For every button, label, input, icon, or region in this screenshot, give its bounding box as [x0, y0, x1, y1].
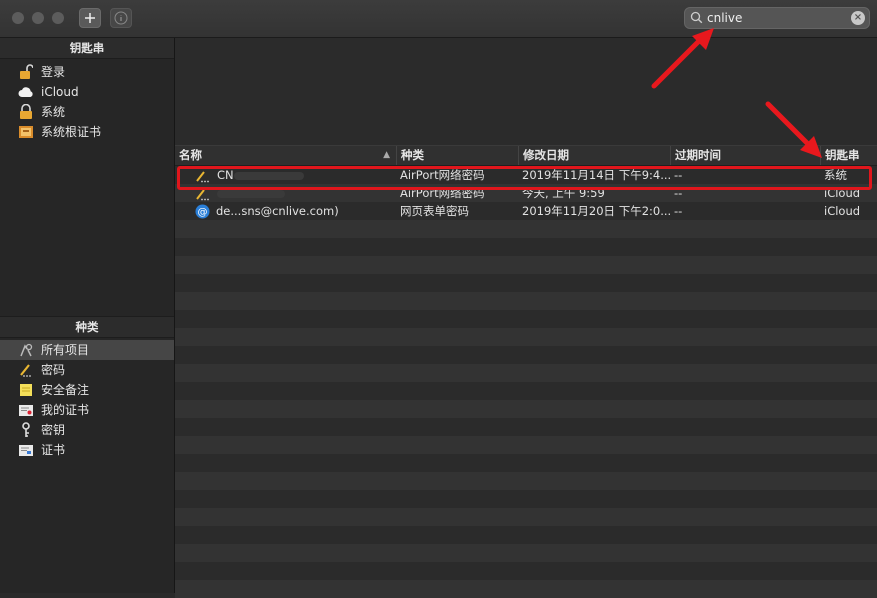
column-label: 名称	[179, 148, 202, 162]
cloud-icon	[18, 84, 34, 100]
row-stripe	[175, 328, 877, 346]
sidebar-item-certificates[interactable]: 证书	[0, 440, 174, 460]
svg-text:@: @	[198, 207, 208, 218]
row-stripe	[175, 400, 877, 418]
column-label: 钥匙串	[825, 148, 860, 162]
plus-icon	[85, 13, 95, 23]
sidebar-item-passwords[interactable]: 密码	[0, 360, 174, 380]
sidebar-item-label: 安全备注	[41, 383, 90, 397]
sidebar-item-system[interactable]: 系统	[0, 102, 174, 122]
sidebar-item-all-items[interactable]: 所有项目	[0, 340, 174, 360]
highlight-box	[177, 166, 872, 190]
sidebar-item-my-certificates[interactable]: 我的证书	[0, 400, 174, 420]
column-header-kind[interactable]: 种类	[396, 146, 518, 165]
cell-modified: 2019年11月20日 下午2:0...	[522, 204, 670, 218]
column-header-modified[interactable]: 修改日期	[518, 146, 670, 165]
row-stripe	[175, 292, 877, 310]
search-icon	[690, 11, 703, 24]
cell-name: @ de...sns@cnlive.com)	[191, 202, 396, 220]
sidebar-item-label: 密钥	[41, 423, 66, 437]
column-label: 过期时间	[675, 148, 721, 162]
sidebar-item-icloud[interactable]: iCloud	[0, 82, 174, 102]
sidebar-item-secure-notes[interactable]: 安全备注	[0, 380, 174, 400]
row-stripe	[175, 220, 877, 238]
clear-search-icon[interactable]: ×	[851, 11, 865, 25]
password-icon	[18, 362, 34, 378]
annotation-arrow-keychain	[765, 101, 822, 158]
items-table: 名称 ▲ 种类 修改日期 过期时间 钥匙串 CN AirPort网络密码 201…	[175, 145, 877, 598]
certificate-icon	[18, 442, 34, 458]
row-stripe	[175, 508, 877, 526]
sidebar-item-label: iCloud	[41, 85, 79, 99]
cell-kind: 网页表单密码	[400, 204, 469, 218]
row-stripe	[175, 436, 877, 454]
categories-header: 种类	[0, 316, 174, 338]
row-name-text: de...sns@cnlive.com)	[216, 204, 339, 218]
info-icon	[114, 11, 128, 25]
keychains-header: 钥匙串	[0, 38, 174, 59]
certificate-icon	[18, 402, 34, 418]
minimize-window-button[interactable]	[32, 12, 44, 24]
at-sign-icon: @	[195, 204, 210, 219]
sidebar-item-label: 我的证书	[41, 403, 90, 417]
categories-section: 种类 所有项目 密码 安全备注 我的证书 密钥 证书	[0, 316, 174, 460]
sidebar-item-label: 登录	[41, 65, 66, 79]
sidebar-item-label: 所有项目	[41, 343, 90, 357]
lock-icon	[18, 104, 34, 120]
table-row[interactable]: @ de...sns@cnlive.com) 网页表单密码 2019年11月20日…	[175, 202, 877, 220]
sort-ascending-icon: ▲	[383, 150, 390, 160]
row-stripe	[175, 364, 877, 382]
row-stripe	[175, 580, 877, 598]
all-items-icon	[18, 342, 34, 358]
key-icon	[18, 422, 34, 438]
toolbar: ×	[0, 0, 877, 38]
info-button[interactable]	[110, 8, 132, 28]
close-window-button[interactable]	[12, 12, 24, 24]
zoom-window-button[interactable]	[52, 12, 64, 24]
cell-keychain: iCloud	[824, 204, 861, 218]
lock-open-icon	[18, 64, 34, 80]
annotation-arrow-search	[651, 28, 714, 89]
sidebar-item-label: 系统	[41, 105, 66, 119]
sidebar-item-login[interactable]: 登录	[0, 62, 174, 82]
sidebar-item-label: 证书	[41, 443, 66, 457]
note-icon	[18, 382, 34, 398]
sidebar-item-system-roots[interactable]: 系统根证书	[0, 122, 174, 142]
add-item-button[interactable]	[79, 8, 101, 28]
cell-expires: --	[674, 204, 683, 218]
sidebar-item-label: 密码	[41, 363, 66, 377]
sidebar-item-label: 系统根证书	[41, 125, 102, 139]
column-label: 种类	[401, 148, 424, 162]
sidebar-item-keys[interactable]: 密钥	[0, 420, 174, 440]
row-stripe	[175, 256, 877, 274]
column-header-name[interactable]: 名称 ▲	[175, 146, 396, 165]
row-stripe	[175, 472, 877, 490]
redacted-mask	[217, 189, 285, 198]
column-label: 修改日期	[523, 148, 569, 162]
row-stripe	[175, 544, 877, 562]
sidebar: 钥匙串 登录 iCloud 系统 系统根证书 种类 所有项目 密码 安全备注 我…	[0, 38, 175, 593]
cabinet-icon	[18, 124, 34, 140]
